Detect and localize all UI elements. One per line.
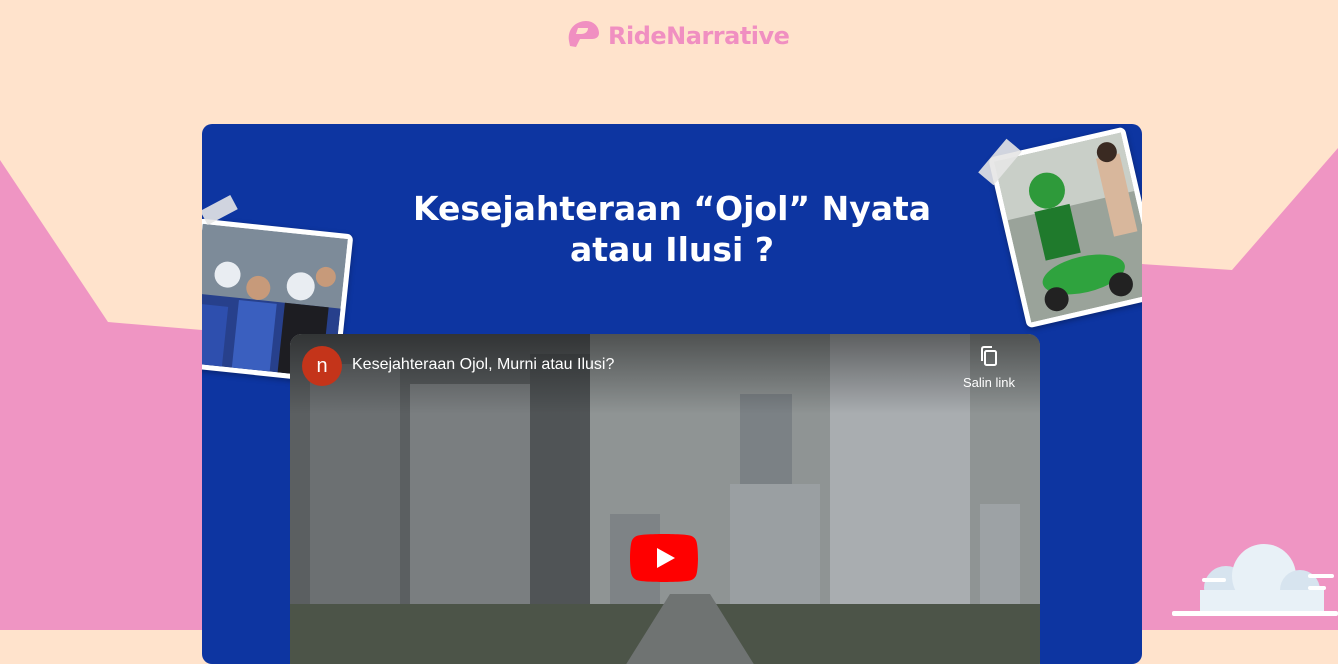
youtube-play-icon[interactable] — [630, 534, 698, 582]
helmet-logo-icon — [566, 19, 600, 54]
article-title-line1: Kesejahteraan “Ojol” Nyata — [412, 189, 932, 228]
video-header-shade — [290, 334, 1040, 414]
brand-logo[interactable]: RideNarrative — [566, 19, 790, 54]
copy-link-button[interactable]: Salin link — [954, 346, 1024, 390]
article-card: Kesejahteraan “Ojol” Nyata atau Ilusi ? — [202, 124, 1142, 664]
article-title-line2: atau Ilusi ? — [570, 230, 774, 269]
copy-icon — [979, 346, 999, 372]
channel-avatar[interactable]: n — [302, 346, 342, 386]
video-title[interactable]: Kesejahteraan Ojol, Murni atau Ilusi? — [352, 356, 614, 374]
copy-link-label: Salin link — [962, 375, 1016, 390]
cloud-icon — [1172, 544, 1338, 616]
brand-name: RideNarrative — [608, 22, 790, 50]
youtube-video-player[interactable]: n Kesejahteraan Ojol, Murni atau Ilusi? … — [290, 334, 1040, 664]
